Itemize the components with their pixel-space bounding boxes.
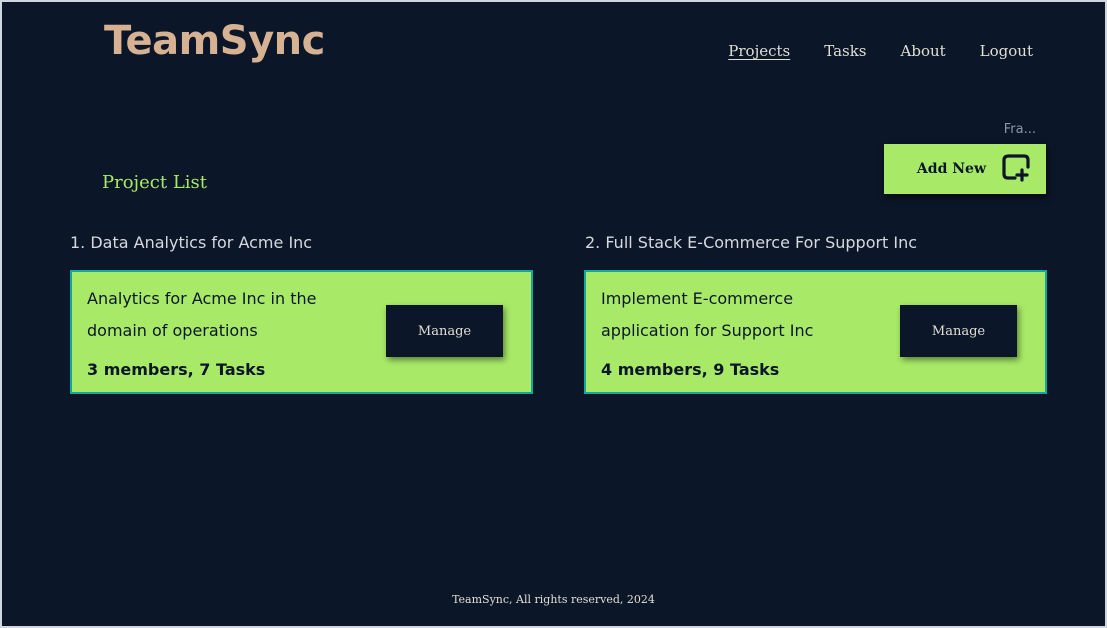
project-card: Analytics for Acme Inc in the domain of … — [70, 270, 533, 394]
main-nav: Projects Tasks About Logout — [728, 42, 1033, 60]
project-description: Analytics for Acme Inc in the domain of … — [87, 289, 317, 340]
manage-button[interactable]: Manage — [900, 305, 1017, 357]
project-stats: 4 members, 9 Tasks — [601, 360, 780, 379]
add-new-button[interactable]: Add New — [884, 144, 1046, 194]
nav-logout[interactable]: Logout — [980, 42, 1033, 60]
logo[interactable]: TeamSync — [104, 18, 325, 64]
page-title: Project List — [102, 172, 208, 193]
manage-button[interactable]: Manage — [386, 305, 503, 357]
nav-about[interactable]: About — [901, 42, 946, 60]
project-card: Implement E-commerce application for Sup… — [584, 270, 1047, 394]
footer: TeamSync, All rights reserved, 2024 — [452, 593, 655, 606]
add-new-label: Add New — [916, 161, 986, 177]
project-heading: 2. Full Stack E-Commerce For Support Inc — [585, 233, 918, 252]
nav-tasks[interactable]: Tasks — [824, 42, 866, 60]
project-heading: 1. Data Analytics for Acme Inc — [70, 233, 313, 252]
nav-projects[interactable]: Projects — [728, 42, 790, 60]
project-stats: 3 members, 7 Tasks — [87, 360, 266, 379]
add-square-icon — [1000, 152, 1032, 186]
project-description: Implement E-commerce application for Sup… — [601, 289, 814, 340]
user-name: Fra... — [1003, 122, 1036, 137]
